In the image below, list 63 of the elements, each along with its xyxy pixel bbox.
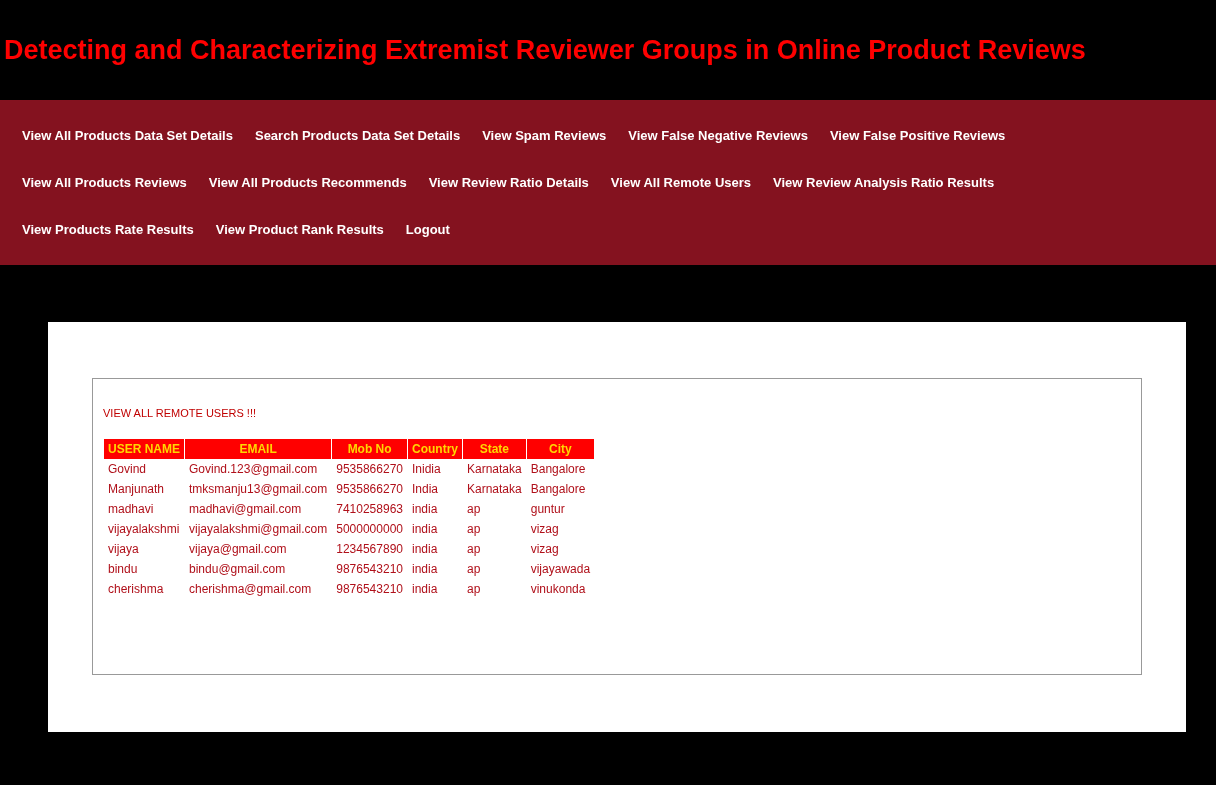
table-cell-text: 9535866270 bbox=[335, 480, 404, 498]
table-cell-text: Bangalore bbox=[529, 480, 587, 498]
table-cell-text: bindu bbox=[107, 560, 139, 578]
table-cell-text: vijayawada bbox=[529, 560, 592, 578]
table-cell-text: vizag bbox=[529, 520, 560, 538]
nav-link[interactable]: View Review Ratio Details bbox=[428, 174, 589, 191]
table-cell-text: ap bbox=[466, 580, 482, 598]
column-header: State bbox=[463, 438, 526, 459]
nav-link[interactable]: Search Products Data Set Details bbox=[254, 127, 461, 144]
nav-link[interactable]: Logout bbox=[405, 221, 450, 238]
column-header: City bbox=[526, 438, 595, 459]
table-cell-text: cherishma bbox=[107, 580, 165, 598]
table-cell-text: vizag bbox=[529, 540, 560, 558]
table-cell-text: ap bbox=[466, 560, 482, 578]
section-heading: VIEW ALL REMOTE USERS !!! bbox=[103, 406, 258, 421]
table-cell-text: Inidia bbox=[411, 460, 442, 478]
column-header: EMAIL bbox=[185, 438, 332, 459]
table-cell-text: ap bbox=[466, 540, 482, 558]
table-cell-text: india bbox=[411, 560, 439, 578]
nav-link[interactable]: View False Positive Reviews bbox=[829, 127, 1006, 144]
table-cell-text: 9876543210 bbox=[335, 560, 404, 578]
table-cell-text: india bbox=[411, 580, 439, 598]
table-cell-text: vijayalakshmi bbox=[107, 520, 181, 538]
table-cell-text: cherishma@gmail.com bbox=[188, 580, 313, 598]
table-cell-text: vinukonda bbox=[529, 580, 587, 598]
nav-link[interactable]: View All Products Data Set Details bbox=[22, 127, 233, 144]
column-header: USER NAME bbox=[104, 438, 184, 459]
nav-link[interactable]: View Spam Reviews bbox=[482, 127, 607, 144]
table-cell-text: bindu@gmail.com bbox=[188, 560, 287, 578]
nav-link[interactable]: View False Negative Reviews bbox=[628, 127, 808, 144]
nav-link[interactable]: View All Products Recommends bbox=[208, 174, 407, 191]
table-cell-text: india bbox=[411, 540, 439, 558]
table-cell-text: ap bbox=[466, 520, 482, 538]
table-cell-text: ap bbox=[466, 500, 482, 518]
table-cell-text: india bbox=[411, 520, 439, 538]
column-header: Mob No bbox=[332, 438, 407, 459]
table-cell-text: India bbox=[411, 480, 440, 498]
table-cell-text: Karnataka bbox=[466, 480, 523, 498]
table-cell-text: madhavi bbox=[107, 500, 155, 518]
table-cell-text: vijaya bbox=[107, 540, 140, 558]
table-cell-text: Govind bbox=[107, 460, 148, 478]
table-cell-text: Govind.123@gmail.com bbox=[188, 460, 319, 478]
table-cell-text: india bbox=[411, 500, 439, 518]
column-header: Country bbox=[408, 438, 462, 459]
table-cell-text: tmksmanju13@gmail.com bbox=[188, 480, 329, 498]
table-cell-text: Manjunath bbox=[107, 480, 166, 498]
nav-link[interactable]: View Product Rank Results bbox=[215, 221, 384, 238]
nav-link[interactable]: View All Products Reviews bbox=[22, 174, 187, 191]
table-cell-text: 5000000000 bbox=[335, 520, 404, 538]
table-cell-text: Bangalore bbox=[529, 460, 587, 478]
nav-link[interactable]: View Review Analysis Ratio Results bbox=[773, 174, 995, 191]
table-cell-text: vijayalakshmi@gmail.com bbox=[188, 520, 329, 538]
table-cell-text: 1234567890 bbox=[335, 540, 404, 558]
table-cell-text: 7410258963 bbox=[335, 500, 404, 518]
table-cell-text: 9876543210 bbox=[335, 580, 404, 598]
table-cell-text: Karnataka bbox=[466, 460, 523, 478]
nav-link[interactable]: View All Remote Users bbox=[610, 174, 752, 191]
nav-link[interactable]: View Products Rate Results bbox=[22, 221, 194, 238]
table-cell-text: madhavi@gmail.com bbox=[188, 500, 303, 518]
table-cell-text: 9535866270 bbox=[335, 460, 404, 478]
table-cell-text: vijaya@gmail.com bbox=[188, 540, 288, 558]
page-title: Detecting and Characterizing Extremist Reviewer Groups in Online Product Reviews bbox=[4, 33, 1086, 67]
table-cell-text: guntur bbox=[529, 500, 566, 518]
